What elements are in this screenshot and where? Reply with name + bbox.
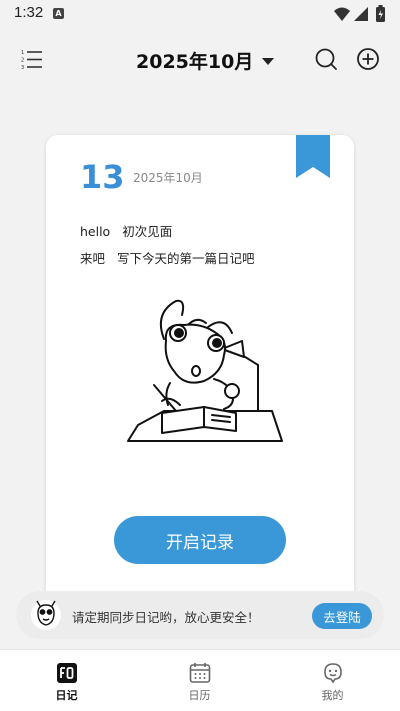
- greeting-key: hello: [80, 224, 111, 239]
- status-bar: 1:32 A: [0, 0, 400, 28]
- tab-calendar[interactable]: 日历: [133, 650, 266, 711]
- card-month: 2025年10月: [133, 171, 203, 185]
- month-selector[interactable]: 2025年10月: [136, 47, 275, 73]
- status-time: 1:32: [14, 4, 44, 21]
- mascot-avatar: [31, 600, 61, 630]
- writing-character-illustration: [127, 299, 283, 442]
- tab-diary-label: 日记: [55, 689, 78, 702]
- login-button[interactable]: 去登陆: [312, 603, 372, 629]
- notification-icon: A: [53, 8, 64, 19]
- tab-calendar-label: 日历: [188, 689, 211, 702]
- tab-profile-label: 我的: [321, 689, 344, 702]
- prompt-key: 来吧: [80, 251, 106, 266]
- greeting-value: 初次见面: [122, 224, 173, 239]
- svg-text:1: 1: [21, 50, 24, 56]
- prompt-value: 写下今天的第一篇日记吧: [117, 251, 255, 266]
- wifi-icon: [334, 7, 350, 21]
- profile-icon: [324, 663, 342, 684]
- search-icon[interactable]: [314, 47, 338, 71]
- tab-diary[interactable]: 日记: [0, 650, 133, 711]
- svg-text:2: 2: [21, 58, 24, 64]
- calendar-icon: [189, 663, 211, 683]
- greeting-line: hello 初次见面: [80, 221, 172, 240]
- page-title: 2025年10月: [136, 50, 254, 73]
- app-header: 1 2 3 2025年10月: [0, 28, 400, 90]
- day-number: 13: [80, 158, 125, 196]
- sync-banner: 请定期同步日记哟，放心更安全！ 去登陆: [16, 591, 384, 639]
- sync-reminder-text: 请定期同步日记哟，放心更安全！: [72, 610, 260, 625]
- add-icon[interactable]: [356, 47, 380, 71]
- battery-icon: [376, 5, 385, 22]
- bottom-tab-bar: 日记 日历 我的: [0, 649, 400, 711]
- bookmark-icon[interactable]: [296, 135, 330, 178]
- diary-icon: [57, 663, 77, 683]
- chevron-down-icon: [262, 57, 275, 65]
- list-menu-icon[interactable]: 1 2 3: [20, 47, 44, 71]
- svg-text:3: 3: [21, 65, 24, 71]
- start-recording-button[interactable]: 开启记录: [114, 516, 286, 564]
- prompt-line: 来吧 写下今天的第一篇日记吧: [80, 248, 255, 267]
- tab-profile[interactable]: 我的: [266, 650, 399, 711]
- status-icons: [334, 5, 385, 22]
- signal-icon: [354, 7, 368, 21]
